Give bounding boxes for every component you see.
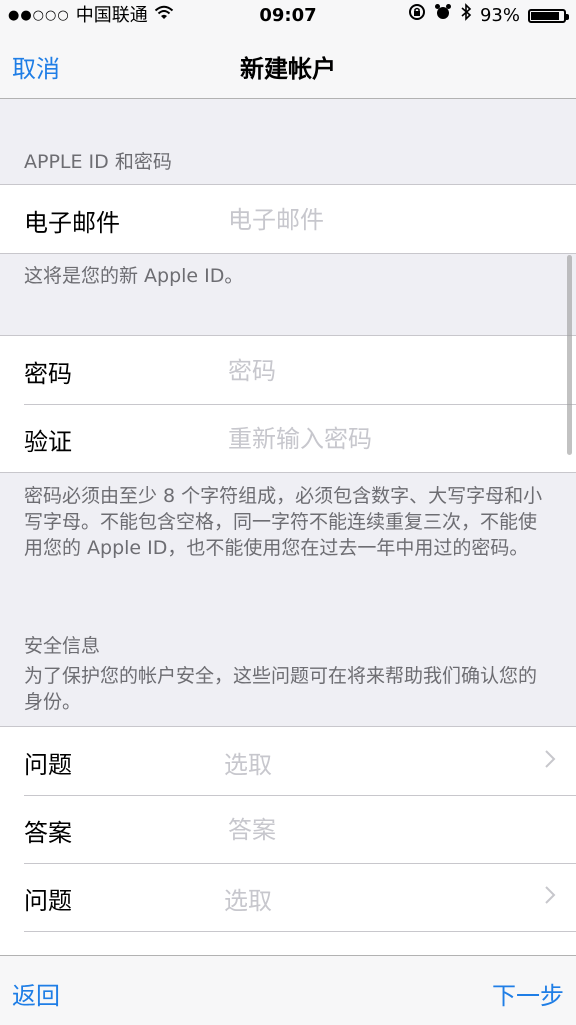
answer-row[interactable]: 答案: [0, 795, 576, 863]
question-row-2[interactable]: 问题 选取: [0, 863, 576, 931]
bottom-toolbar: 返回 下一步: [0, 955, 576, 1025]
email-label: 电子邮件: [24, 209, 120, 237]
scrollbar[interactable]: [567, 255, 572, 455]
password-row[interactable]: 密码: [0, 336, 576, 404]
next-button[interactable]: 下一步: [492, 976, 564, 1011]
status-bar: ●●○○○ 中国联通 09:07 93%: [0, 0, 576, 32]
security-section-header: 安全信息: [24, 635, 101, 657]
verify-row[interactable]: 验证: [0, 404, 576, 472]
answer-label: 答案: [24, 819, 72, 847]
bluetooth-icon: [460, 0, 472, 32]
verify-password-field[interactable]: [226, 418, 530, 460]
answer-field[interactable]: [226, 809, 530, 851]
chevron-right-icon: [544, 749, 556, 773]
page-title: 新建帐户: [240, 55, 336, 83]
password-group: 密码 验证: [0, 335, 576, 473]
chevron-right-icon: [544, 885, 556, 909]
question-select-value: 选取: [224, 887, 272, 915]
apple-id-section-header: APPLE ID 和密码: [24, 151, 172, 173]
question-label: 问题: [24, 751, 72, 779]
back-button[interactable]: 返回: [12, 976, 60, 1011]
status-right: 93%: [408, 0, 569, 32]
battery-icon: [528, 9, 569, 23]
password-requirements-note: 密码必须由至少 8 个字符组成，必须包含数字、大写字母和小写字母。不能包含空格，…: [24, 485, 543, 559]
email-row[interactable]: 电子邮件: [0, 185, 576, 253]
security-group: 问题 选取 答案 问题 选取: [0, 726, 576, 955]
password-label: 密码: [24, 360, 72, 388]
alarm-icon: [434, 0, 452, 32]
next-row-partial[interactable]: [0, 931, 576, 955]
password-field[interactable]: [226, 350, 530, 392]
email-note: 这将是您的新 Apple ID。: [24, 265, 244, 287]
security-description: 为了保护您的帐户安全，这些问题可在将来帮助我们确认您的身份。: [24, 665, 538, 713]
navigation-bar: 取消 新建帐户: [0, 32, 576, 99]
question-select-value: 选取: [224, 751, 272, 779]
lock-rotation-icon: [408, 0, 426, 32]
apple-id-group: 电子邮件: [0, 184, 576, 254]
battery-level: [531, 12, 559, 20]
email-field[interactable]: [226, 199, 530, 241]
battery-percent: 93%: [479, 5, 520, 26]
question-label: 问题: [24, 887, 72, 915]
verify-label: 验证: [24, 428, 72, 456]
form-content[interactable]: APPLE ID 和密码 电子邮件 这将是您的新 Apple ID。 密码 验证…: [0, 99, 576, 955]
question-row-1[interactable]: 问题 选取: [0, 727, 576, 795]
